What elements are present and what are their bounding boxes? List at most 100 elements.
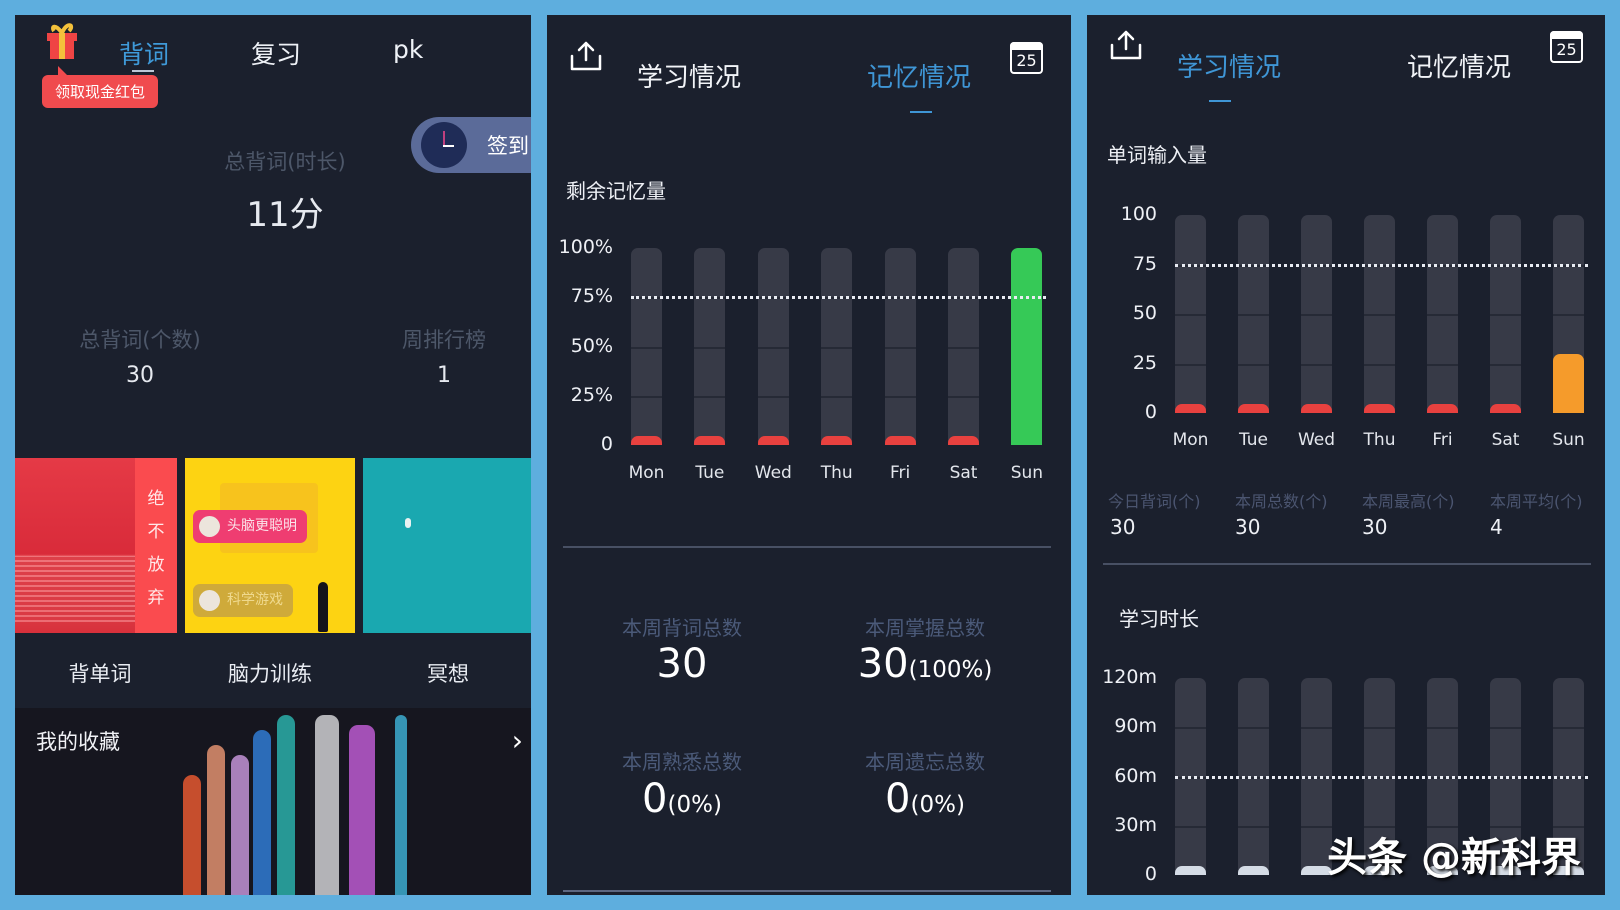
x-tick-label: Sun [1552,430,1585,450]
bar-gridline [948,346,979,349]
weekly-avg-value: 4 [1490,515,1503,539]
tab-review[interactable]: 复习 [251,35,301,71]
y-tick-label: 100% [558,236,613,258]
bar-tue[interactable] [1238,866,1269,875]
weekly-total-label: 本周总数(个) [1235,492,1328,511]
bar-fri[interactable] [884,436,916,445]
bar-gridline [821,346,853,349]
total-count-label: 总背词(个数) [79,328,201,352]
tab-memorize[interactable]: 背词 [119,35,169,71]
bar-thu[interactable] [821,436,853,445]
word-input-title: 单词输入量 [1107,143,1207,167]
x-tick-label: Sat [949,463,978,483]
today-words-label: 今日背词(个) [1108,492,1201,511]
tab-pk[interactable]: pk [393,35,423,64]
bar-mon[interactable] [1175,404,1206,413]
bar-gridline [1553,314,1584,316]
signin-button[interactable]: 签到 [411,117,531,173]
bar-gridline [1238,314,1269,316]
tab-memory-status[interactable]: 记忆情况 [867,57,971,94]
meditation-label[interactable]: 冥想 [383,658,513,688]
weekly-mastered-label: 本周掌握总数 [865,616,985,640]
bar-sun[interactable] [1553,353,1584,413]
banner-char: 不 [147,521,165,542]
bar-thu[interactable] [1364,404,1395,413]
memorize-words-tile[interactable]: 绝 不 放 弃 [15,458,177,633]
x-tick-label: Fri [889,463,911,483]
bar-gridline [1238,363,1269,366]
active-tab-indicator [910,111,932,113]
calendar-icon[interactable]: 25 [1550,31,1583,63]
tile-pattern [15,556,137,622]
divider [1103,563,1591,565]
favorites-banner[interactable]: 我的收藏 › [15,708,531,895]
kpi-percent: (100%) [908,657,993,683]
bar-gridline [694,346,726,349]
gift-icon[interactable] [45,21,79,61]
bar-gridline [694,395,726,398]
bar-fri[interactable] [1427,404,1458,413]
y-tick-label: 60m [1114,764,1157,787]
bar-gridline [757,395,789,398]
calendar-day: 25 [1016,51,1037,70]
y-tick-label: 50% [570,334,613,357]
bar-gridline [1364,314,1395,316]
bar-tue[interactable] [1238,404,1269,413]
bar-sun[interactable] [1011,248,1043,445]
y-tick-label: 0 [1144,401,1157,423]
neon-letter [277,715,295,895]
bar-tue[interactable] [694,436,726,445]
x-tick-label: Thu [820,463,853,483]
red-packet-tooltip[interactable]: 领取现金红包 [42,66,159,108]
chevron-right-icon[interactable]: › [512,724,523,757]
total-duration-label: 总背词(时长) [224,150,346,174]
bar-wed[interactable] [757,436,789,445]
neon-letter [207,745,225,895]
bar-gridline [884,395,916,398]
active-tab-indicator [1209,100,1231,102]
memorize-words-label[interactable]: 背单词 [35,658,165,688]
bar-mon[interactable] [1175,866,1206,875]
bar-sat[interactable] [948,436,979,445]
science-game-pill: 科学游戏 [193,584,293,617]
kpi-number: 0 [642,776,668,822]
weekly-rank-value[interactable]: 1 [344,363,531,388]
weekly-avg-label: 本周平均(个) [1490,492,1583,511]
home-panel: 领取现金红包 背词 复习 pk 总背词(时长) 11分 签到 总背词(个数) 3… [15,15,531,895]
kpi-number: 0 [885,776,911,822]
calendar-day: 25 [1556,40,1577,59]
bar-gridline [1427,727,1458,730]
meditation-tile[interactable] [363,458,531,633]
weekly-max-label: 本周最高(个) [1362,492,1455,511]
bar-mon[interactable] [631,436,662,445]
reference-line [631,296,1047,300]
calendar-icon[interactable]: 25 [1010,42,1043,74]
bar-gridline [1301,727,1332,730]
tab-study-status[interactable]: 学习情况 [1177,47,1281,84]
study-duration-title: 学习时长 [1119,607,1199,631]
neon-letter [395,715,407,895]
x-tick-label: Sat [1491,430,1520,450]
bar-wed[interactable] [1301,404,1332,413]
y-tick-label: 25% [570,383,613,406]
brain-training-label[interactable]: 脑力训练 [205,658,335,688]
share-upload-icon[interactable] [569,40,603,72]
bar-gridline [948,395,979,398]
weekly-rank-label[interactable]: 周排行榜 [344,324,531,354]
x-tick-label: Mon [628,463,665,483]
neon-letter [183,775,201,895]
watermark: 头条 @新科界 [1327,835,1581,881]
y-tick-label: 0 [600,433,613,455]
bar-gridline [1427,363,1458,366]
clock-icon [421,122,467,168]
bar-gridline [1175,314,1206,316]
favorites-title: 我的收藏 [36,730,120,754]
brain-training-tile[interactable]: 头脑更聪明 科学游戏 [185,458,355,633]
share-upload-icon[interactable] [1109,29,1143,61]
tab-study-status[interactable]: 学习情况 [637,57,741,94]
bar-gridline [1364,727,1395,730]
tab-memory-status[interactable]: 记忆情况 [1407,47,1511,84]
bar-sat[interactable] [1490,404,1521,413]
y-tick-label: 90m [1114,715,1157,738]
reference-line [1175,775,1588,779]
